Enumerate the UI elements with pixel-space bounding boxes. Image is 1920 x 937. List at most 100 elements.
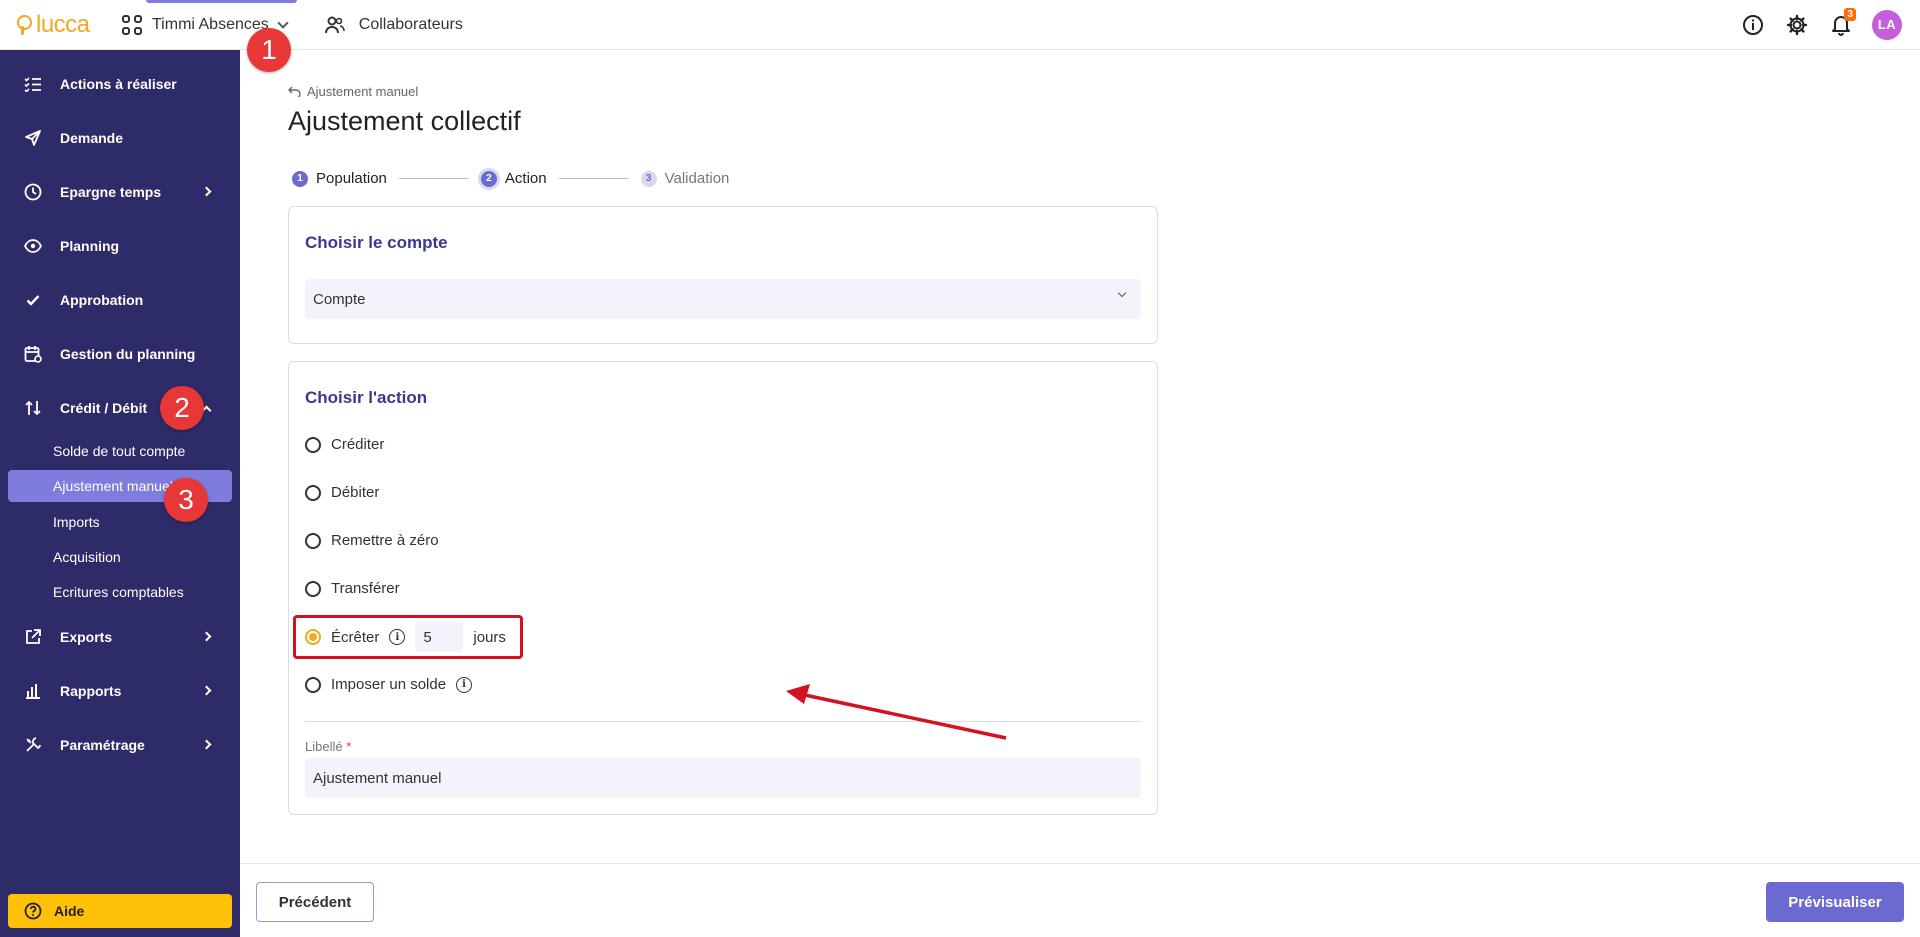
send-icon	[24, 129, 42, 147]
up-down-arrows-icon	[24, 399, 42, 417]
step-number: 2	[480, 170, 497, 187]
apps-grid-icon	[122, 14, 142, 35]
chevron-down-icon	[277, 16, 289, 29]
external-link-icon	[24, 628, 42, 646]
radio-label: Transférer	[331, 580, 400, 597]
annotation-marker-1: 1	[247, 28, 291, 72]
radio-circle-selected[interactable]	[305, 629, 321, 645]
main-content: Ajustement manuel Ajustement collectif 1…	[240, 50, 1920, 937]
breadcrumb-label: Ajustement manuel	[307, 84, 419, 99]
preview-button[interactable]: Prévisualiser	[1766, 882, 1904, 922]
breadcrumb[interactable]: Ajustement manuel	[288, 84, 418, 99]
account-card-title: Choisir le compte	[305, 233, 448, 252]
sidebar-item-demande[interactable]: Demande	[0, 111, 240, 165]
stepper: 1 Population 2 Action 3 Validation	[292, 170, 729, 187]
help-info-button[interactable]	[1740, 12, 1766, 38]
sidebar-subitem-acquisition[interactable]: Acquisition	[8, 541, 232, 573]
radio-crediter[interactable]: Créditer	[305, 436, 384, 453]
radio-label: Remettre à zéro	[331, 532, 439, 549]
radio-circle[interactable]	[305, 484, 321, 501]
ecreter-days-input[interactable]	[415, 622, 464, 652]
step-action[interactable]: 2 Action	[480, 170, 547, 187]
account-select[interactable]: Compte	[305, 279, 1141, 319]
annotation-marker-2: 2	[160, 386, 204, 430]
users-icon	[324, 16, 345, 33]
step-connector	[398, 178, 469, 179]
logo-text: lucca	[36, 10, 90, 38]
sidebar-subitem-solde[interactable]: Solde de tout compte	[8, 435, 232, 467]
calendar-gear-icon	[24, 345, 42, 363]
radio-remettre-zero[interactable]: Remettre à zéro	[305, 532, 439, 549]
chevron-right-icon	[201, 186, 212, 197]
radio-label: Débiter	[331, 484, 380, 501]
radio-ecreter[interactable]: Écrêter i jours	[305, 622, 506, 652]
sidebar-item-label: Rapports	[60, 683, 122, 699]
clock-icon	[24, 183, 42, 201]
step-number: 1	[292, 170, 308, 187]
libelle-input[interactable]	[305, 758, 1141, 798]
radio-circle[interactable]	[305, 580, 321, 597]
chevron-right-icon	[201, 739, 212, 750]
tools-icon	[24, 736, 42, 754]
sidebar-item-gestion-planning[interactable]: Gestion du planning	[0, 327, 240, 381]
step-population[interactable]: 1 Population	[292, 170, 387, 187]
sidebar-item-label: Gestion du planning	[60, 346, 196, 362]
sidebar-item-label: Approbation	[60, 292, 144, 308]
sidebar-item-exports[interactable]: Exports	[0, 610, 240, 664]
active-app-indicator	[146, 0, 297, 3]
user-avatar[interactable]: LA	[1872, 9, 1902, 40]
sidebar-item-epargne-temps[interactable]: Epargne temps	[0, 165, 240, 219]
step-number: 3	[640, 170, 657, 187]
step-label: Validation	[664, 170, 730, 187]
step-label: Population	[316, 170, 387, 187]
radio-circle[interactable]	[305, 676, 321, 693]
sidebar-item-label: Planning	[60, 238, 120, 254]
step-validation: 3 Validation	[640, 170, 730, 187]
radio-debiter[interactable]: Débiter	[305, 484, 379, 501]
settings-button[interactable]	[1784, 12, 1810, 38]
info-icon	[1743, 14, 1763, 35]
bar-chart-icon	[24, 682, 42, 700]
sidebar-item-credit-debit[interactable]: Crédit / Débit	[0, 381, 240, 435]
sidebar-subitem-ecritures[interactable]: Ecritures comptables	[8, 576, 232, 608]
help-circle-icon	[24, 902, 42, 920]
sidebar-item-label: Paramétrage	[60, 737, 145, 753]
radio-imposer-solde[interactable]: Imposer un solde i	[305, 676, 473, 693]
collaborators-label: Collaborateurs	[358, 15, 463, 33]
previous-button[interactable]: Précédent	[256, 882, 374, 922]
sidebar-item-approbation[interactable]: Approbation	[0, 273, 240, 327]
chevron-right-icon	[201, 685, 212, 696]
check-icon	[24, 291, 42, 309]
radio-circle[interactable]	[305, 532, 321, 549]
lucca-logo-icon	[16, 14, 32, 35]
notification-badge: 3	[1844, 7, 1856, 21]
sidebar-item-rapports[interactable]: Rapports	[0, 664, 240, 718]
help-button[interactable]: Aide	[8, 894, 232, 928]
chevron-down-icon	[1117, 288, 1127, 298]
ecreter-unit: jours	[473, 628, 506, 646]
checklist-icon	[24, 75, 42, 93]
top-right-actions: 3 LA	[1740, 7, 1902, 40]
radio-transferer[interactable]: Transférer	[305, 580, 400, 597]
sidebar-item-planning[interactable]: Planning	[0, 219, 240, 273]
gear-icon	[1786, 14, 1808, 35]
eye-icon	[24, 237, 42, 255]
libelle-label: Libellé *	[305, 739, 352, 754]
radio-label: Imposer un solde	[331, 676, 447, 693]
back-arrow-icon	[288, 86, 301, 97]
sidebar-item-label: Crédit / Débit	[60, 400, 148, 416]
action-card: Choisir l'action Créditer Débiter Remett…	[288, 361, 1158, 815]
notifications-button[interactable]: 3	[1828, 7, 1856, 38]
lucca-logo[interactable]: lucca	[16, 11, 96, 39]
info-icon[interactable]: i	[456, 676, 473, 693]
app-name: Timmi Absences	[152, 15, 269, 33]
sidebar-item-label: Actions à réaliser	[60, 76, 177, 92]
info-icon[interactable]: i	[389, 629, 406, 645]
sidebar-item-label: Exports	[60, 629, 113, 645]
account-card: Choisir le compte Compte	[288, 206, 1158, 344]
collaborators-link[interactable]: Collaborateurs	[324, 15, 463, 34]
account-select-value: Compte	[313, 290, 366, 308]
sidebar-item-actions[interactable]: Actions à réaliser	[0, 57, 240, 111]
sidebar-item-parametrage[interactable]: Paramétrage	[0, 718, 240, 772]
radio-circle[interactable]	[305, 436, 321, 453]
